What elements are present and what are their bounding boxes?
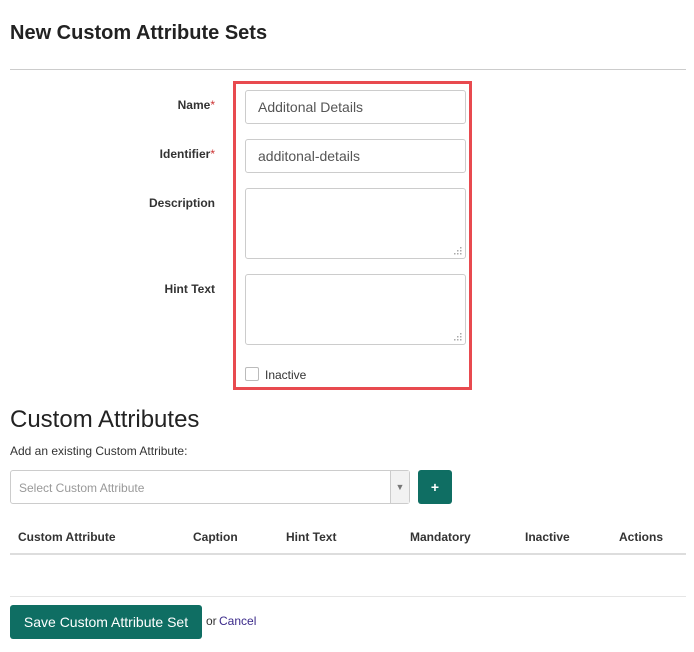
required-mark: * [210, 98, 215, 112]
cancel-link[interactable]: Cancel [219, 614, 256, 628]
column-header-actions: Actions [619, 530, 664, 544]
footer-divider [10, 596, 686, 597]
save-button[interactable]: Save Custom Attribute Set [10, 605, 202, 639]
identifier-input[interactable] [245, 139, 466, 173]
hint-text-label: Hint Text [164, 282, 215, 296]
name-label: Name* [177, 98, 215, 112]
identifier-label: Identifier* [159, 147, 215, 161]
column-header-caption: Caption [193, 530, 238, 544]
custom-attribute-select[interactable]: Select Custom Attribute ▼ [10, 470, 410, 504]
inactive-checkbox[interactable] [245, 367, 259, 381]
description-label: Description [148, 196, 215, 210]
column-header-custom-attribute: Custom Attribute [18, 530, 116, 544]
description-textarea[interactable] [245, 188, 466, 259]
add-attribute-help-text: Add an existing Custom Attribute: [10, 444, 188, 458]
page-title: New Custom Attribute Sets [10, 22, 268, 44]
title-divider [10, 69, 686, 70]
name-input[interactable] [245, 90, 466, 124]
add-attribute-button[interactable]: + [418, 470, 452, 504]
column-header-hint-text: Hint Text [286, 530, 337, 544]
resize-grip-icon[interactable] [454, 247, 462, 255]
resize-grip-icon[interactable] [454, 333, 462, 341]
table-header-divider [10, 553, 686, 555]
column-header-inactive: Inactive [525, 530, 570, 544]
hint-text-textarea[interactable] [245, 274, 466, 345]
select-placeholder: Select Custom Attribute [19, 481, 145, 495]
column-header-mandatory: Mandatory [410, 530, 471, 544]
inactive-label: Inactive [265, 368, 307, 382]
dropdown-arrow-icon[interactable]: ▼ [390, 471, 409, 503]
required-mark: * [210, 147, 215, 161]
custom-attributes-title: Custom Attributes [10, 406, 200, 433]
or-text: or [206, 614, 217, 628]
